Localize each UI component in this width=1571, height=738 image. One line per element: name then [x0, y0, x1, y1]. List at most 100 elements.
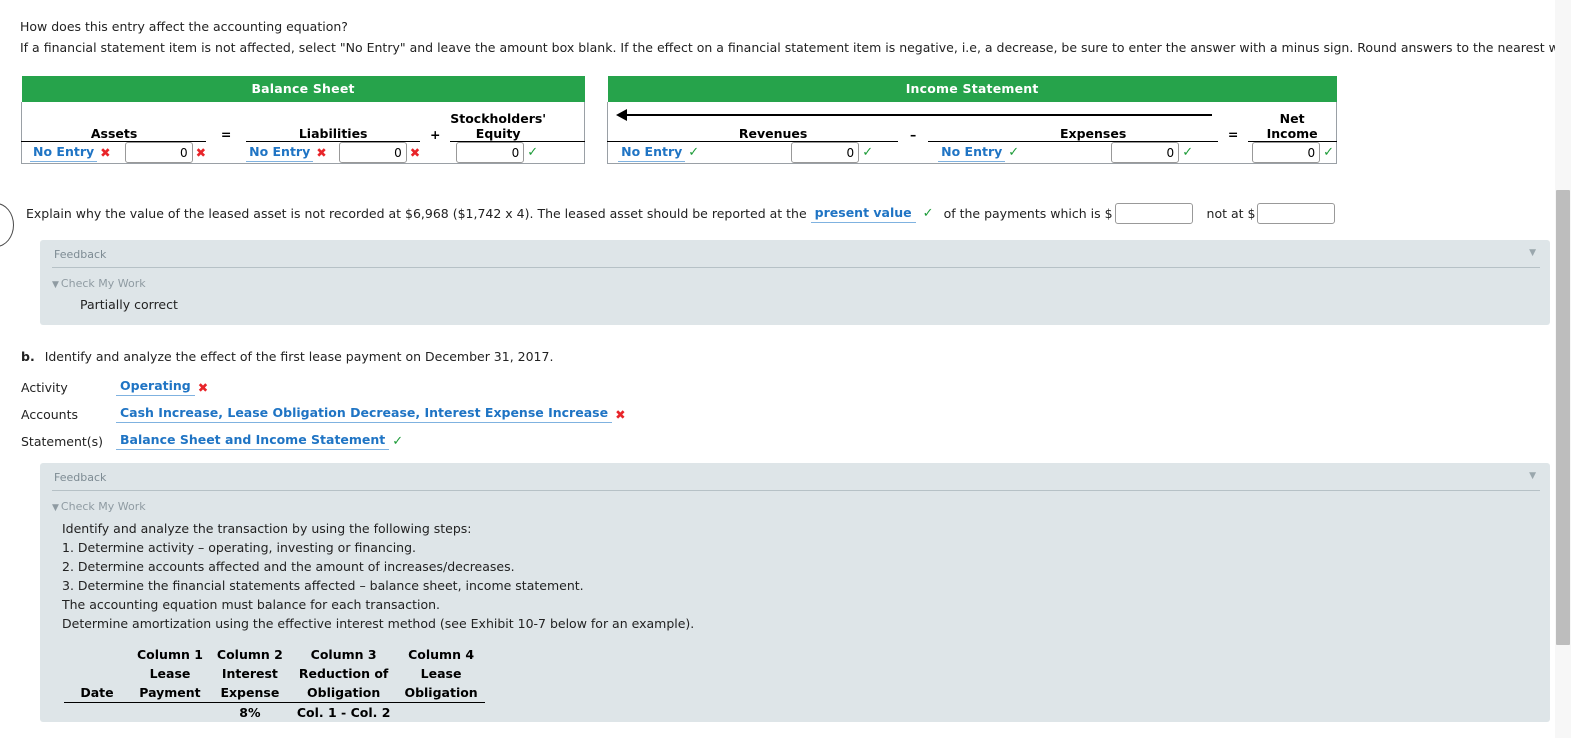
statements-correct-icon: ✓: [392, 433, 404, 449]
feedback-a-collapse-chevron-down-icon[interactable]: ▼: [1529, 248, 1536, 258]
liabilities-amount-input[interactable]: [338, 142, 407, 163]
activity-label: Activity: [21, 379, 68, 395]
instructions-block: How does this entry affect the accountin…: [20, 16, 1571, 58]
explain-text-before: Explain why the value of the leased asse…: [26, 206, 807, 221]
amort-r2-c0: [64, 664, 130, 683]
amort-header-row-1: Column 1 Column 2 Column 3 Column 4: [64, 645, 485, 664]
revenues-account-select[interactable]: No Entry: [618, 144, 686, 162]
sub-header-row-top: Stockholders' Net: [21, 102, 1338, 126]
amort-r3-c4: Obligation: [397, 683, 485, 703]
section-b-label: b.: [21, 349, 35, 364]
income-statement-flow-arrow: [616, 104, 1213, 126]
expenses-account-correct-icon: ✓: [1008, 145, 1020, 160]
stockholders-label: Stockholders': [450, 111, 547, 126]
feedback-panel-a: Feedback ▼ ▼ Check My Work Partially corr…: [40, 240, 1550, 325]
operator-plus: +: [429, 126, 441, 142]
amort-r3-c2: Expense: [209, 683, 290, 703]
amort-r3-c1: Payment: [130, 683, 210, 703]
explain-question-row: Explain why the value of the leased asse…: [26, 203, 1336, 224]
page-bottom-strip: [0, 722, 1555, 738]
accounts-row: Accounts Cash Increase, Lease Obligation…: [21, 405, 626, 423]
statements-select[interactable]: Balance Sheet and Income Statement: [116, 432, 390, 450]
activity-select[interactable]: Operating: [116, 378, 195, 396]
equity-amount-correct-icon: ✓: [527, 145, 539, 160]
liabilities-account-select[interactable]: No Entry: [246, 144, 314, 162]
amortization-example-table: Column 1 Column 2 Column 3 Column 4 Leas…: [64, 645, 485, 722]
feedback-b-line-5: Determine amortization using the effecti…: [62, 616, 695, 631]
accounts-label: Accounts: [21, 406, 78, 422]
undiscounted-amount-input[interactable]: [1257, 203, 1336, 224]
equity-amount-input[interactable]: [456, 142, 525, 163]
amort-r4-c3: Col. 1 - Col. 2: [296, 705, 391, 720]
col-header-net-income: Income: [1248, 126, 1338, 142]
check-my-work-b-label: Check My Work: [60, 500, 146, 513]
expenses-amount-input[interactable]: [1111, 142, 1180, 163]
assets-account-select[interactable]: No Entry: [30, 144, 98, 162]
statements-row: Statement(s) Balance Sheet and Income St…: [21, 432, 403, 450]
instruction-line-2: If a financial statement item is not aff…: [20, 40, 1571, 55]
amort-r3-c3: Obligation: [289, 683, 398, 703]
assets-amount-incorrect-icon: ✖: [195, 145, 207, 160]
accounts-select[interactable]: Cash Increase, Lease Obligation Decrease…: [116, 405, 613, 423]
vertical-scrollbar[interactable]: [1555, 0, 1571, 738]
amort-r2-c2: Interest: [221, 666, 278, 681]
instruction-line-1: How does this entry affect the accountin…: [20, 19, 348, 34]
amort-r4-c4: [397, 703, 484, 723]
amort-r2-c1: Lease: [149, 666, 191, 681]
check-my-work-a-label: Check My Work: [60, 277, 146, 290]
revenues-amount-input[interactable]: [791, 142, 860, 163]
net-income-amount-input[interactable]: [1252, 142, 1321, 163]
feedback-a-check-my-work-toggle[interactable]: ▼ Check My Work: [40, 268, 1550, 290]
feedback-b-check-my-work-toggle[interactable]: ▼ Check My Work: [40, 491, 1550, 513]
operator-equals-2: =: [1227, 126, 1239, 142]
feedback-panel-b: Feedback ▼ ▼ Check My Work Identify and a…: [40, 463, 1550, 722]
check-my-work-b-triangle-down-icon: ▼: [52, 503, 59, 513]
present-value-dropdown[interactable]: present value: [810, 205, 916, 223]
feedback-b-line-2: 2. Determine accounts affected and the a…: [62, 559, 515, 574]
vertical-scrollbar-thumb[interactable]: [1556, 190, 1570, 645]
amort-r2-c3: Reduction of: [298, 666, 389, 681]
col-header-equity-pad: [546, 126, 586, 142]
col-header-revenues: Revenues: [648, 126, 899, 142]
liabilities-account-incorrect-icon: ✖: [316, 145, 327, 160]
liabilities-amount-incorrect-icon: ✖: [409, 145, 421, 160]
operator-equals-1: =: [220, 126, 232, 142]
amort-r3-c0: Date: [64, 683, 130, 703]
amort-r1-c3: Column 3: [310, 647, 377, 662]
feedback-b-collapse-chevron-down-icon[interactable]: ▼: [1529, 471, 1536, 481]
amort-r1-c0: [64, 645, 130, 664]
col-header-rev-pad-left: [607, 126, 649, 142]
activity-incorrect-icon: ✖: [197, 379, 209, 395]
section-b-prompt: b. Identify and analyze the effect of th…: [21, 349, 553, 364]
amort-r4-c1: [130, 703, 210, 723]
amort-r4-c2: 8%: [239, 705, 261, 720]
accounting-equation-table: Balance Sheet Income Statement Stockhold…: [21, 76, 1338, 164]
expenses-account-select[interactable]: No Entry: [938, 144, 1006, 162]
amort-r1-c1: Column 1: [137, 647, 203, 662]
check-my-work-a-triangle-down-icon: ▼: [52, 280, 59, 290]
entry-input-row: No Entry ✖ ✖ No Entry ✖ ✖: [21, 141, 1338, 164]
col-header-liabilities: Liabilities: [246, 126, 421, 142]
present-value-amount-input[interactable]: [1114, 203, 1193, 224]
present-value-correct-icon: ✓: [922, 206, 934, 221]
explain-text-after: not at $: [1206, 206, 1256, 221]
revenues-account-correct-icon: ✓: [688, 145, 700, 160]
operator-minus: –: [910, 126, 917, 142]
net-income-correct-icon: ✓: [1323, 145, 1335, 160]
section-b-text: Identify and analyze the effect of the f…: [44, 349, 554, 364]
feedback-b-line-4: The accounting equation must balance for…: [62, 597, 440, 612]
amort-r2-c4: Lease: [420, 666, 462, 681]
table-gap: [584, 76, 608, 102]
amort-note-row: 8% Col. 1 - Col. 2: [64, 703, 485, 723]
page-edge-arc-decoration: [0, 203, 14, 247]
feedback-b-line-0: Identify and analyze the transaction by …: [62, 521, 472, 536]
balance-sheet-header: Balance Sheet: [21, 76, 585, 102]
amort-header-row-3: Date Payment Expense Obligation Obligati…: [64, 683, 485, 703]
activity-row: Activity Operating ✖: [21, 378, 208, 396]
statements-label: Statement(s): [21, 433, 104, 449]
assets-amount-input[interactable]: [124, 142, 193, 163]
feedback-b-line-3: 3. Determine the financial statements af…: [62, 578, 584, 593]
col-header-exp-pad-left: [928, 126, 969, 142]
income-statement-header: Income Statement: [607, 76, 1337, 102]
net-label: Net: [1248, 102, 1338, 126]
